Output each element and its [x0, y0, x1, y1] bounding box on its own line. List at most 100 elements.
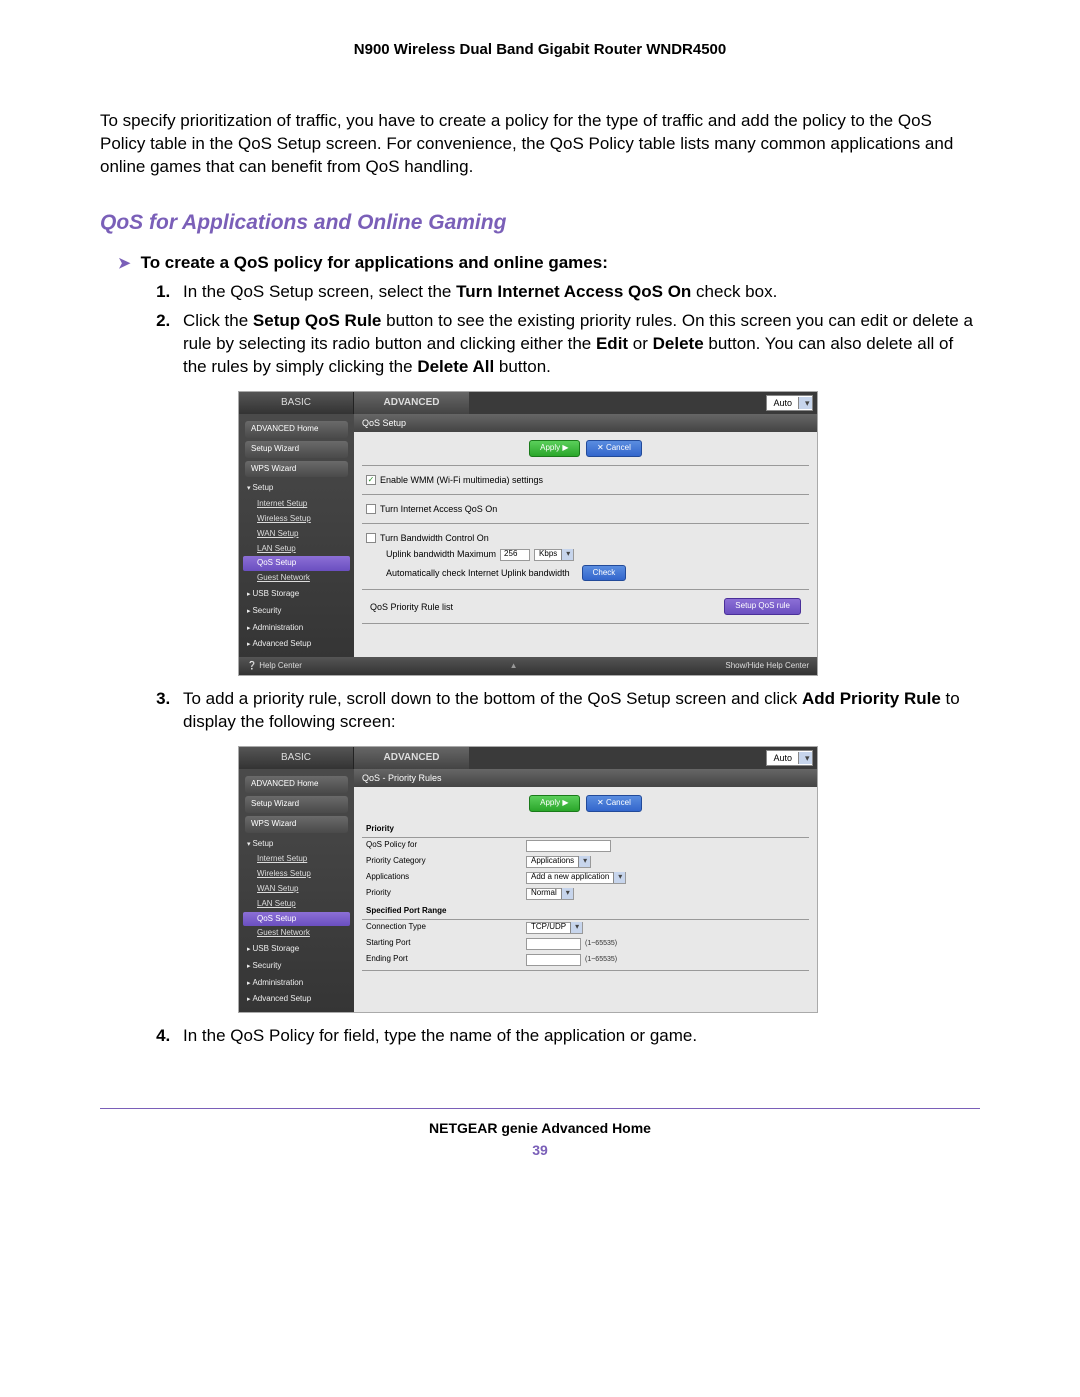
policy-for-label: QoS Policy for: [366, 840, 526, 851]
sidebar-setup-wizard[interactable]: Setup Wizard: [245, 796, 348, 813]
sidebar-wps-wizard[interactable]: WPS Wizard: [245, 461, 348, 478]
step-2: Click the Setup QoS Rule button to see t…: [175, 310, 980, 676]
policy-for-input[interactable]: [526, 840, 611, 852]
sidebar-wan-setup[interactable]: WAN Setup: [239, 527, 354, 542]
tab-advanced[interactable]: ADVANCED: [354, 747, 469, 769]
apply-button[interactable]: Apply ▶: [529, 795, 579, 812]
chevron-down-icon: ▾: [570, 922, 582, 933]
qos-setup-screenshot: BASIC ADVANCED Auto▾ ADVANCED Home Setup…: [238, 391, 818, 676]
apply-button[interactable]: Apply ▶: [529, 440, 579, 457]
document-header: N900 Wireless Dual Band Gigabit Router W…: [100, 40, 980, 60]
sidebar-internet-setup[interactable]: Internet Setup: [239, 852, 354, 867]
sidebar-wireless-setup[interactable]: Wireless Setup: [239, 867, 354, 882]
sidebar-wireless-setup[interactable]: Wireless Setup: [239, 512, 354, 527]
chevron-down-icon: ▾: [561, 549, 573, 560]
sidebar-wps-wizard[interactable]: WPS Wizard: [245, 816, 348, 833]
sidebar-administration[interactable]: Administration: [239, 620, 354, 637]
tab-advanced[interactable]: ADVANCED: [354, 392, 469, 414]
priority-label: Priority: [366, 888, 526, 899]
uplink-units-select[interactable]: Kbps▾: [534, 549, 574, 561]
chevron-down-icon: ▾: [578, 856, 590, 867]
uplink-label: Uplink bandwidth Maximum: [386, 548, 496, 560]
sidebar-usb-storage[interactable]: USB Storage: [239, 586, 354, 603]
sidebar-security[interactable]: Security: [239, 958, 354, 975]
qos-on-checkbox[interactable]: ✓: [366, 504, 376, 514]
check-button[interactable]: Check: [582, 565, 627, 582]
priority-rules-screenshot: BASIC ADVANCED Auto▾ ADVANCED Home Setup…: [238, 746, 818, 1013]
sidebar-guest-network[interactable]: Guest Network: [239, 571, 354, 586]
sidebar-lan-setup[interactable]: LAN Setup: [239, 542, 354, 557]
panel-title: QoS - Priority Rules: [354, 769, 817, 787]
setup-qos-rule-button[interactable]: Setup QoS rule: [724, 598, 801, 615]
page-divider: [100, 1108, 980, 1109]
chevron-down-icon: ▾: [561, 888, 573, 899]
sidebar-guest-network[interactable]: Guest Network: [239, 926, 354, 941]
help-center-link[interactable]: Help Center: [247, 661, 302, 672]
cancel-button[interactable]: ✕ Cancel: [586, 795, 642, 812]
category-select[interactable]: Applications▾: [526, 856, 591, 868]
ending-port-label: Ending Port: [366, 954, 526, 965]
tab-bar: BASIC ADVANCED Auto▾: [239, 392, 817, 414]
main-panel: QoS - Priority Rules Apply ▶ ✕ Cancel Pr…: [354, 769, 817, 1012]
footer-title: NETGEAR genie Advanced Home: [100, 1119, 980, 1138]
sidebar-advanced-setup[interactable]: Advanced Setup: [239, 991, 354, 1008]
sidebar: ADVANCED Home Setup Wizard WPS Wizard Se…: [239, 769, 354, 1012]
bandwidth-label: Turn Bandwidth Control On: [380, 532, 489, 544]
starting-port-label: Starting Port: [366, 938, 526, 949]
port-range-header: Specified Port Range: [362, 902, 809, 920]
procedure-title: ➤ To create a QoS policy for application…: [118, 252, 980, 275]
wmm-label: Enable WMM (Wi-Fi multimedia) settings: [380, 474, 543, 486]
sidebar-lan-setup[interactable]: LAN Setup: [239, 897, 354, 912]
starting-port-input[interactable]: [526, 938, 581, 950]
page-number: 39: [100, 1141, 980, 1160]
sidebar-qos-setup[interactable]: QoS Setup: [243, 556, 350, 571]
cancel-button[interactable]: ✕ Cancel: [586, 440, 642, 457]
rule-list-label: QoS Priority Rule list: [370, 601, 453, 613]
procedure-title-text: To create a QoS policy for applications …: [141, 252, 608, 275]
sidebar-administration[interactable]: Administration: [239, 975, 354, 992]
sidebar-usb-storage[interactable]: USB Storage: [239, 941, 354, 958]
priority-select[interactable]: Normal▾: [526, 888, 574, 900]
intro-paragraph: To specify prioritization of traffic, yo…: [100, 110, 980, 179]
connection-type-select[interactable]: TCP/UDP▾: [526, 922, 583, 934]
sidebar-setup-wizard[interactable]: Setup Wizard: [245, 441, 348, 458]
sidebar-setup-group[interactable]: Setup: [239, 836, 354, 853]
step-1: In the QoS Setup screen, select the Turn…: [175, 281, 980, 304]
sidebar-internet-setup[interactable]: Internet Setup: [239, 497, 354, 512]
bandwidth-checkbox[interactable]: ✓: [366, 533, 376, 543]
category-label: Priority Category: [366, 856, 526, 867]
ending-port-input[interactable]: [526, 954, 581, 966]
sidebar-qos-setup[interactable]: QoS Setup: [243, 912, 350, 927]
autocheck-label: Automatically check Internet Uplink band…: [386, 567, 570, 579]
sidebar-advanced-setup[interactable]: Advanced Setup: [239, 636, 354, 653]
resize-grip-icon: ▲: [510, 661, 518, 672]
panel-title: QoS Setup: [354, 414, 817, 432]
applications-label: Applications: [366, 872, 526, 883]
main-panel: QoS Setup Apply ▶ ✕ Cancel ✓ Enable WMM …: [354, 414, 817, 657]
document-footer: NETGEAR genie Advanced Home 39: [100, 1119, 980, 1160]
tab-basic[interactable]: BASIC: [239, 747, 354, 769]
port-range-hint: (1~65535): [585, 939, 617, 948]
port-range-hint: (1~65535): [585, 955, 617, 964]
sidebar-advanced-home[interactable]: ADVANCED Home: [245, 421, 348, 438]
sidebar-setup-group[interactable]: Setup: [239, 480, 354, 497]
language-select[interactable]: Auto▾: [766, 750, 813, 766]
step-3: To add a priority rule, scroll down to t…: [175, 688, 980, 1013]
chevron-down-icon: ▾: [798, 752, 812, 764]
sidebar-wan-setup[interactable]: WAN Setup: [239, 882, 354, 897]
qos-on-label: Turn Internet Access QoS On: [380, 503, 497, 515]
applications-select[interactable]: Add a new application▾: [526, 872, 626, 884]
priority-header: Priority: [362, 820, 809, 838]
panel-footer: Help Center ▲ Show/Hide Help Center: [239, 657, 817, 675]
arrow-icon: ➤: [118, 254, 131, 274]
wmm-checkbox[interactable]: ✓: [366, 475, 376, 485]
tab-basic[interactable]: BASIC: [239, 392, 354, 414]
sidebar-advanced-home[interactable]: ADVANCED Home: [245, 776, 348, 793]
showhide-help-link[interactable]: Show/Hide Help Center: [725, 661, 809, 672]
uplink-input[interactable]: 256: [500, 549, 530, 561]
sidebar-security[interactable]: Security: [239, 603, 354, 620]
step-4: In the QoS Policy for field, type the na…: [175, 1025, 980, 1048]
chevron-down-icon: ▾: [798, 397, 812, 409]
tab-bar: BASIC ADVANCED Auto▾: [239, 747, 817, 769]
language-select[interactable]: Auto▾: [766, 395, 813, 411]
